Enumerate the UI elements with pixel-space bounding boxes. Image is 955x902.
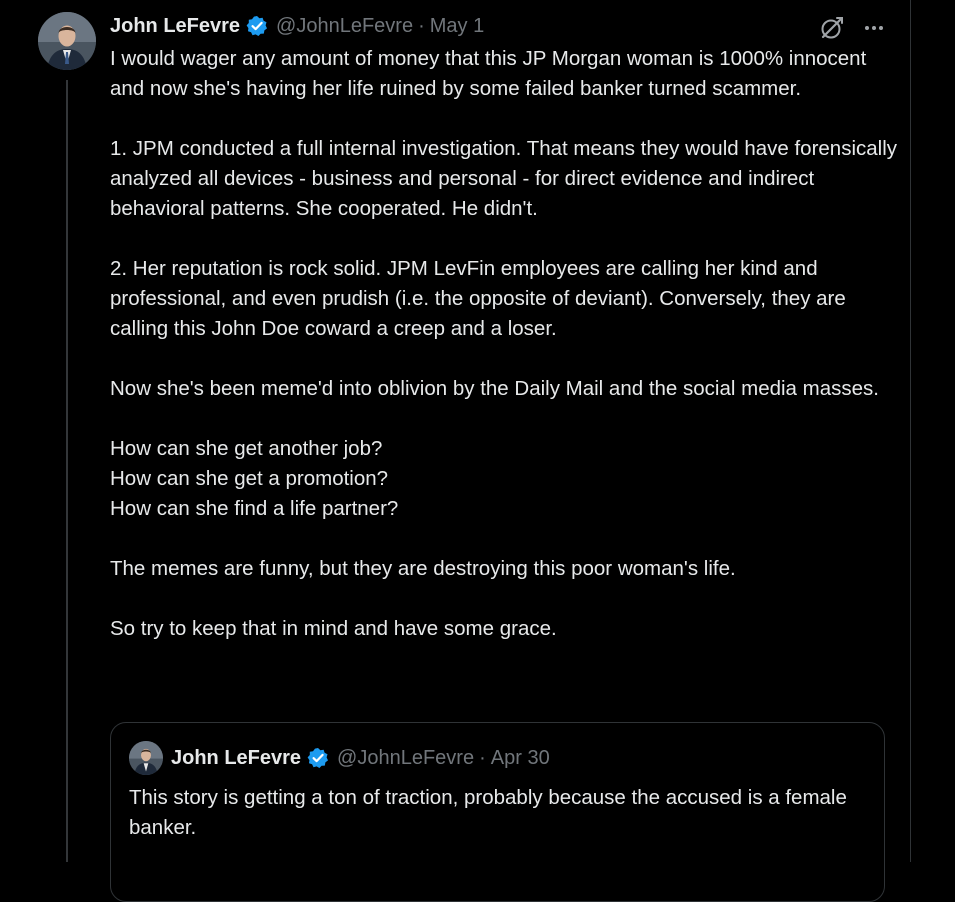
paragraph-spacer (110, 584, 900, 614)
paragraph-spacer (110, 224, 900, 254)
paragraph-spacer (110, 104, 900, 134)
quote-author-handle[interactable]: @JohnLeFevre (337, 747, 474, 770)
quote-header: John LeFevre @JohnLeFevre · Apr 30 (171, 743, 550, 773)
timeline-border (910, 0, 911, 862)
tweet-header: John LeFevre @JohnLeFevre · May 1 (110, 12, 484, 40)
tweet-paragraph: The memes are funny, but they are destro… (110, 557, 736, 580)
separator-dot: · (479, 746, 486, 769)
tweet-paragraph: 2. Her reputation is rock solid. JPM Lev… (110, 257, 852, 340)
verified-badge-icon (246, 15, 268, 37)
tweet-date[interactable]: May 1 (430, 15, 484, 38)
verified-badge-icon (307, 747, 329, 769)
paragraph-spacer (110, 344, 900, 374)
tweet-paragraph: Now she's been meme'd into oblivion by t… (110, 377, 879, 400)
quote-date[interactable]: Apr 30 (491, 747, 550, 770)
separator-dot: · (418, 14, 425, 37)
paragraph-spacer (110, 524, 900, 554)
more-icon[interactable] (860, 14, 888, 42)
tweet-paragraph: How can she get another job? How can she… (110, 437, 399, 520)
thread-connector-line (66, 80, 68, 862)
quote-text: This story is getting a ton of traction,… (129, 786, 847, 839)
grok-icon[interactable] (818, 14, 846, 42)
paragraph-spacer (110, 404, 900, 434)
quoted-tweet[interactable]: John LeFevre @JohnLeFevre · Apr 30 This … (110, 722, 885, 902)
quote-author-name[interactable]: John LeFevre (171, 747, 301, 770)
quote-avatar[interactable] (129, 741, 163, 775)
tweet-paragraph: 1. JPM conducted a full internal investi… (110, 137, 903, 220)
author-name[interactable]: John LeFevre (110, 15, 240, 38)
author-handle[interactable]: @JohnLeFevre (276, 15, 413, 38)
tweet-text: I would wager any amount of money that t… (110, 44, 900, 644)
tweet-paragraph: So try to keep that in mind and have som… (110, 617, 557, 640)
tweet-paragraph: I would wager any amount of money that t… (110, 47, 872, 100)
avatar[interactable] (38, 12, 96, 70)
